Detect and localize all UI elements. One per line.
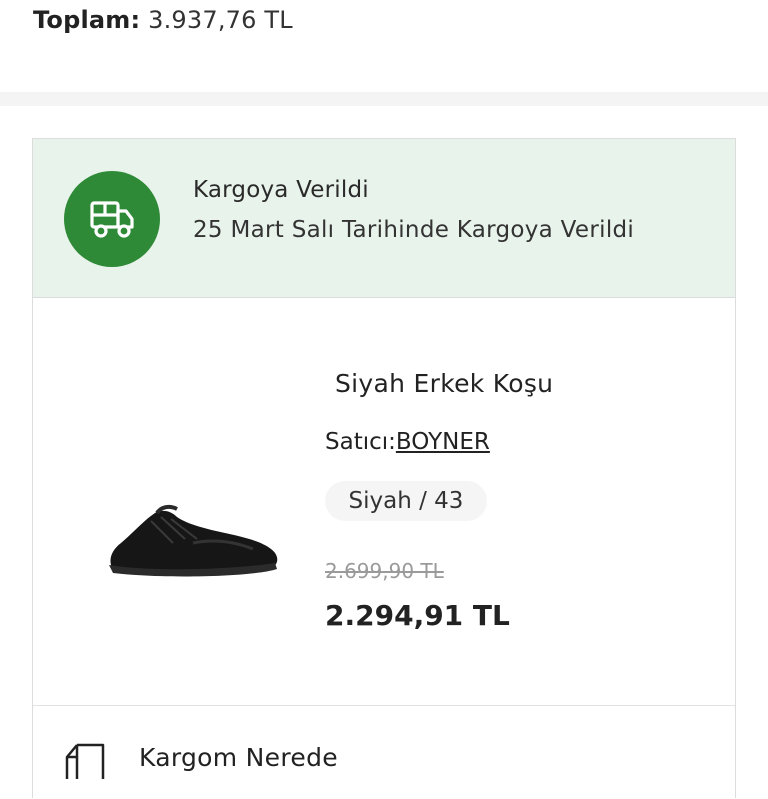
truck-icon xyxy=(64,171,160,267)
old-price: 2.699,90 TL xyxy=(325,559,444,583)
order-total-value: 3.937,76 TL xyxy=(148,6,293,34)
order-total-label: Toplam: xyxy=(33,6,141,34)
shipment-status-title: Kargoya Verildi xyxy=(193,177,369,203)
card-divider xyxy=(33,705,735,706)
where-is-my-cargo-button[interactable]: Kargom Nerede xyxy=(63,739,463,799)
product-image[interactable] xyxy=(103,499,283,579)
shipment-status-banner: Kargoya Verildi 25 Mart Salı Tarihinde K… xyxy=(33,139,735,298)
package-icon xyxy=(65,743,105,779)
product-name[interactable]: Siyah Erkek Koşu xyxy=(335,369,553,398)
section-separator xyxy=(0,92,768,106)
shipment-status-detail: 25 Mart Salı Tarihinde Kargoya Verildi xyxy=(193,217,635,243)
seller-label: Satıcı: xyxy=(325,429,396,455)
seller-info: Satıcı:BOYNER xyxy=(325,429,490,455)
variant-badge: Siyah / 43 xyxy=(325,481,487,521)
seller-link[interactable]: BOYNER xyxy=(396,429,490,455)
shipment-card: Kargoya Verildi 25 Mart Salı Tarihinde K… xyxy=(32,138,736,798)
current-price: 2.294,91 TL xyxy=(325,599,510,632)
order-total: Toplam: 3.937,76 TL xyxy=(33,6,293,34)
